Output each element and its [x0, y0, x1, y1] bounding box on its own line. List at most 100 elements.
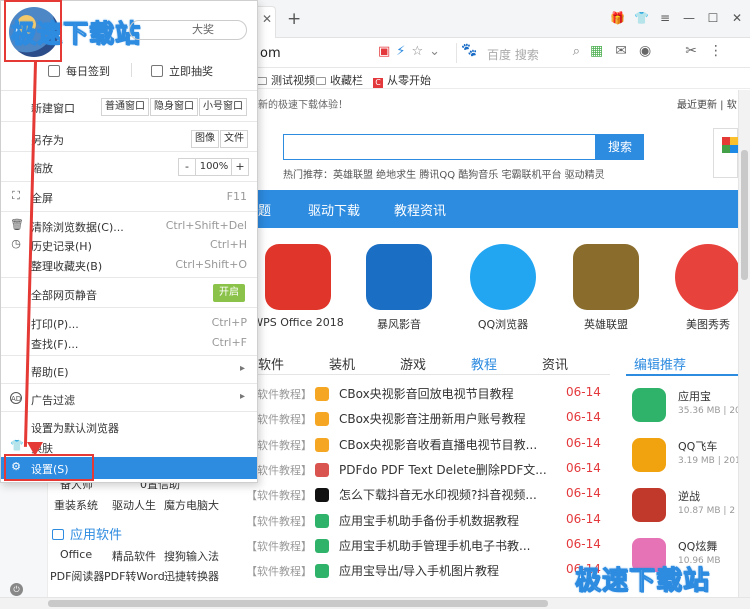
vertical-scroll-thumb[interactable]	[741, 150, 748, 280]
site-search-input[interactable]	[283, 134, 596, 160]
bookmark-favorites[interactable]: 收藏栏	[316, 72, 363, 88]
row-title-link[interactable]: PDFdo PDF Text Delete删除PDF文...	[339, 461, 547, 478]
baidu-paw-icon[interactable]: 🐾	[461, 43, 477, 58]
menu-help[interactable]: 帮助(E) ▸	[1, 361, 257, 381]
app-label-wps[interactable]: WPS Office 2018	[243, 316, 353, 329]
bookmark-test-video[interactable]: 测试视频	[257, 72, 315, 88]
scissors-icon[interactable]: ✂	[685, 43, 697, 59]
left-link[interactable]: 精品软件	[112, 548, 156, 564]
table-row[interactable]: 【软件教程】 CBox央视影音回放电视节目教程 06-14	[246, 384, 610, 409]
apps-icon[interactable]: ▦	[590, 43, 603, 59]
left-link[interactable]: PDF阅读器	[50, 568, 104, 584]
close-window-icon[interactable]: ✕	[730, 11, 744, 25]
menu-find[interactable]: 查找(F)... Ctrl+F	[1, 333, 257, 353]
row-title-link[interactable]: CBox央视影音注册新用户账号教程	[339, 410, 526, 427]
table-row[interactable]: 【软件教程】 应用宝导出/导入手机图片教程 06-14	[246, 561, 610, 586]
site-search-button[interactable]: 搜索	[596, 134, 644, 160]
app-label-baofeng[interactable]: 暴风影音	[344, 316, 454, 332]
list-item[interactable]: 应用宝 35.36 MB | 2018	[632, 386, 738, 434]
row-title-link[interactable]: 应用宝手机助手备份手机数据教程	[339, 512, 519, 529]
app-icon[interactable]	[632, 438, 666, 472]
save-file-button[interactable]: 文件	[220, 130, 248, 148]
menu-set-default-browser[interactable]: 设置为默认浏览器	[1, 417, 257, 437]
menu-icon[interactable]: ≡	[658, 11, 672, 25]
qq-browser-icon[interactable]	[470, 244, 536, 310]
nav-tutorials[interactable]: 教程资讯	[394, 200, 446, 219]
table-row[interactable]: 【软件教程】 应用宝手机助手备份手机数据教程 06-14	[246, 511, 610, 536]
maximize-icon[interactable]: ☐	[706, 11, 720, 25]
left-link[interactable]: 魔方电脑大	[164, 497, 219, 513]
table-row[interactable]: 【软件教程】 PDFdo PDF Text Delete删除PDF文... 06-1…	[246, 460, 610, 485]
normal-window-button[interactable]: 普通窗口	[101, 98, 149, 116]
lol-icon[interactable]	[573, 244, 639, 310]
app-name[interactable]: 逆战	[678, 488, 700, 504]
minimize-icon[interactable]: —	[682, 11, 696, 25]
list-item[interactable]: QQ飞车 3.19 MB | 2018	[632, 436, 738, 484]
wps-office-icon[interactable]	[265, 244, 331, 310]
nav-driver-download[interactable]: 驱动下载	[308, 200, 360, 219]
latest-updates-link[interactable]: 最近更新 | 软	[677, 96, 737, 111]
zoom-out-button[interactable]: -	[178, 158, 196, 176]
app-name[interactable]: 应用宝	[678, 388, 711, 404]
row-category[interactable]: 【软件教程】	[246, 538, 312, 554]
tab-games[interactable]: 游戏	[400, 354, 426, 373]
menu-history[interactable]: ◷ 历史记录(H) Ctrl+H	[1, 235, 257, 255]
row-title-link[interactable]: 应用宝手机助手管理手机电子书教...	[339, 537, 530, 554]
left-link[interactable]: PDF转Word	[104, 568, 165, 584]
left-link[interactable]: Office	[60, 548, 92, 561]
nav-topics[interactable]: 题	[258, 200, 271, 219]
exit-icon[interactable]: ⏻	[10, 583, 23, 596]
menu-organize-favorites[interactable]: 整理收藏夹(B) Ctrl+Shift+O	[1, 255, 257, 275]
new-tab-button[interactable]: +	[287, 9, 301, 29]
menu-print[interactable]: 打印(P)... Ctrl+P	[1, 313, 257, 333]
row-title-link[interactable]: 怎么下载抖音无水印视频?抖音视频...	[339, 486, 537, 503]
left-link[interactable]: 驱动人生	[112, 497, 156, 513]
left-link[interactable]: 搜狗输入法	[164, 548, 219, 564]
app-name[interactable]: QQ炫舞	[678, 538, 717, 554]
row-category[interactable]: 【软件教程】	[246, 563, 312, 579]
row-category[interactable]: 【软件教程】	[246, 513, 312, 529]
hot-search-links[interactable]: 热门推荐：英雄联盟 绝地求生 腾讯QQ 酷狗音乐 宅霸联机平台 驱动精灵	[283, 166, 605, 181]
menu-ad-filter[interactable]: AD 广告过滤 ▸	[1, 389, 257, 409]
mute-toggle-button[interactable]: 开启	[213, 284, 245, 302]
left-link[interactable]: 重装系统	[54, 497, 98, 513]
left-link[interactable]: 迅捷转换器	[164, 568, 219, 584]
menu-fullscreen[interactable]: ⛶ 全屏 F11	[1, 187, 257, 207]
table-row[interactable]: 【软件教程】 怎么下载抖音无水印视频?抖音视频... 06-14	[246, 485, 610, 510]
zoom-in-button[interactable]: +	[231, 158, 249, 176]
daily-checkin-button[interactable]: 每日签到	[48, 63, 110, 79]
row-category[interactable]: 【软件教程】	[246, 487, 312, 503]
vertical-scrollbar[interactable]	[738, 90, 750, 597]
row-title-link[interactable]: 应用宝导出/导入手机图片教程	[339, 562, 499, 579]
lottery-button[interactable]: 大奖	[129, 20, 247, 40]
bookmark-from-zero[interactable]: C 从零开始	[373, 72, 431, 88]
search-icon[interactable]: ⌕	[573, 44, 580, 59]
incognito-window-button[interactable]: 隐身窗口	[150, 98, 198, 116]
table-row[interactable]: 【软件教程】 CBox央视影音注册新用户账号教程 06-14	[246, 409, 610, 434]
gift-icon[interactable]: 🎁	[610, 11, 625, 25]
tab-close-icon[interactable]: ✕	[262, 12, 272, 26]
horizontal-scrollbar[interactable]	[0, 597, 750, 609]
app-label-lol[interactable]: 英雄联盟	[551, 316, 661, 332]
tab-news[interactable]: 资讯	[542, 354, 568, 373]
star-icon[interactable]: ☆	[411, 44, 423, 59]
table-row[interactable]: 【软件教程】 应用宝手机助手管理手机电子书教... 06-14	[246, 536, 610, 561]
table-row[interactable]: 【软件教程】 CBox央视影音收看直播电视节目教... 06-14	[246, 435, 610, 460]
skin-icon[interactable]: 👕	[634, 11, 649, 25]
secondary-account-window-button[interactable]: 小号窗口	[199, 98, 247, 116]
robot-icon[interactable]: ◉	[639, 43, 651, 59]
row-title-link[interactable]: CBox央视影音收看直播电视节目教...	[339, 436, 537, 453]
chat-icon[interactable]: ✉	[615, 43, 627, 59]
app-name[interactable]: QQ飞车	[678, 438, 717, 454]
tab-software[interactable]: 软件	[258, 354, 284, 373]
row-title-link[interactable]: CBox央视影音回放电视节目教程	[339, 385, 514, 402]
search-engine-box[interactable]: 🐾 百度 搜索 ⌕	[456, 43, 584, 63]
app-icon[interactable]	[632, 388, 666, 422]
menu-clear-data[interactable]: 🗑 清除浏览数据(C)... Ctrl+Shift+Del	[1, 216, 257, 236]
meitu-icon[interactable]	[675, 244, 738, 310]
list-item[interactable]: 逆战 10.87 MB | 2	[632, 486, 738, 534]
tab-install[interactable]: 装机	[329, 354, 355, 373]
chevron-down-icon[interactable]: ⌄	[429, 44, 440, 59]
tab-tutorials[interactable]: 教程	[471, 354, 497, 373]
more-icon[interactable]: ⋮	[709, 43, 723, 59]
